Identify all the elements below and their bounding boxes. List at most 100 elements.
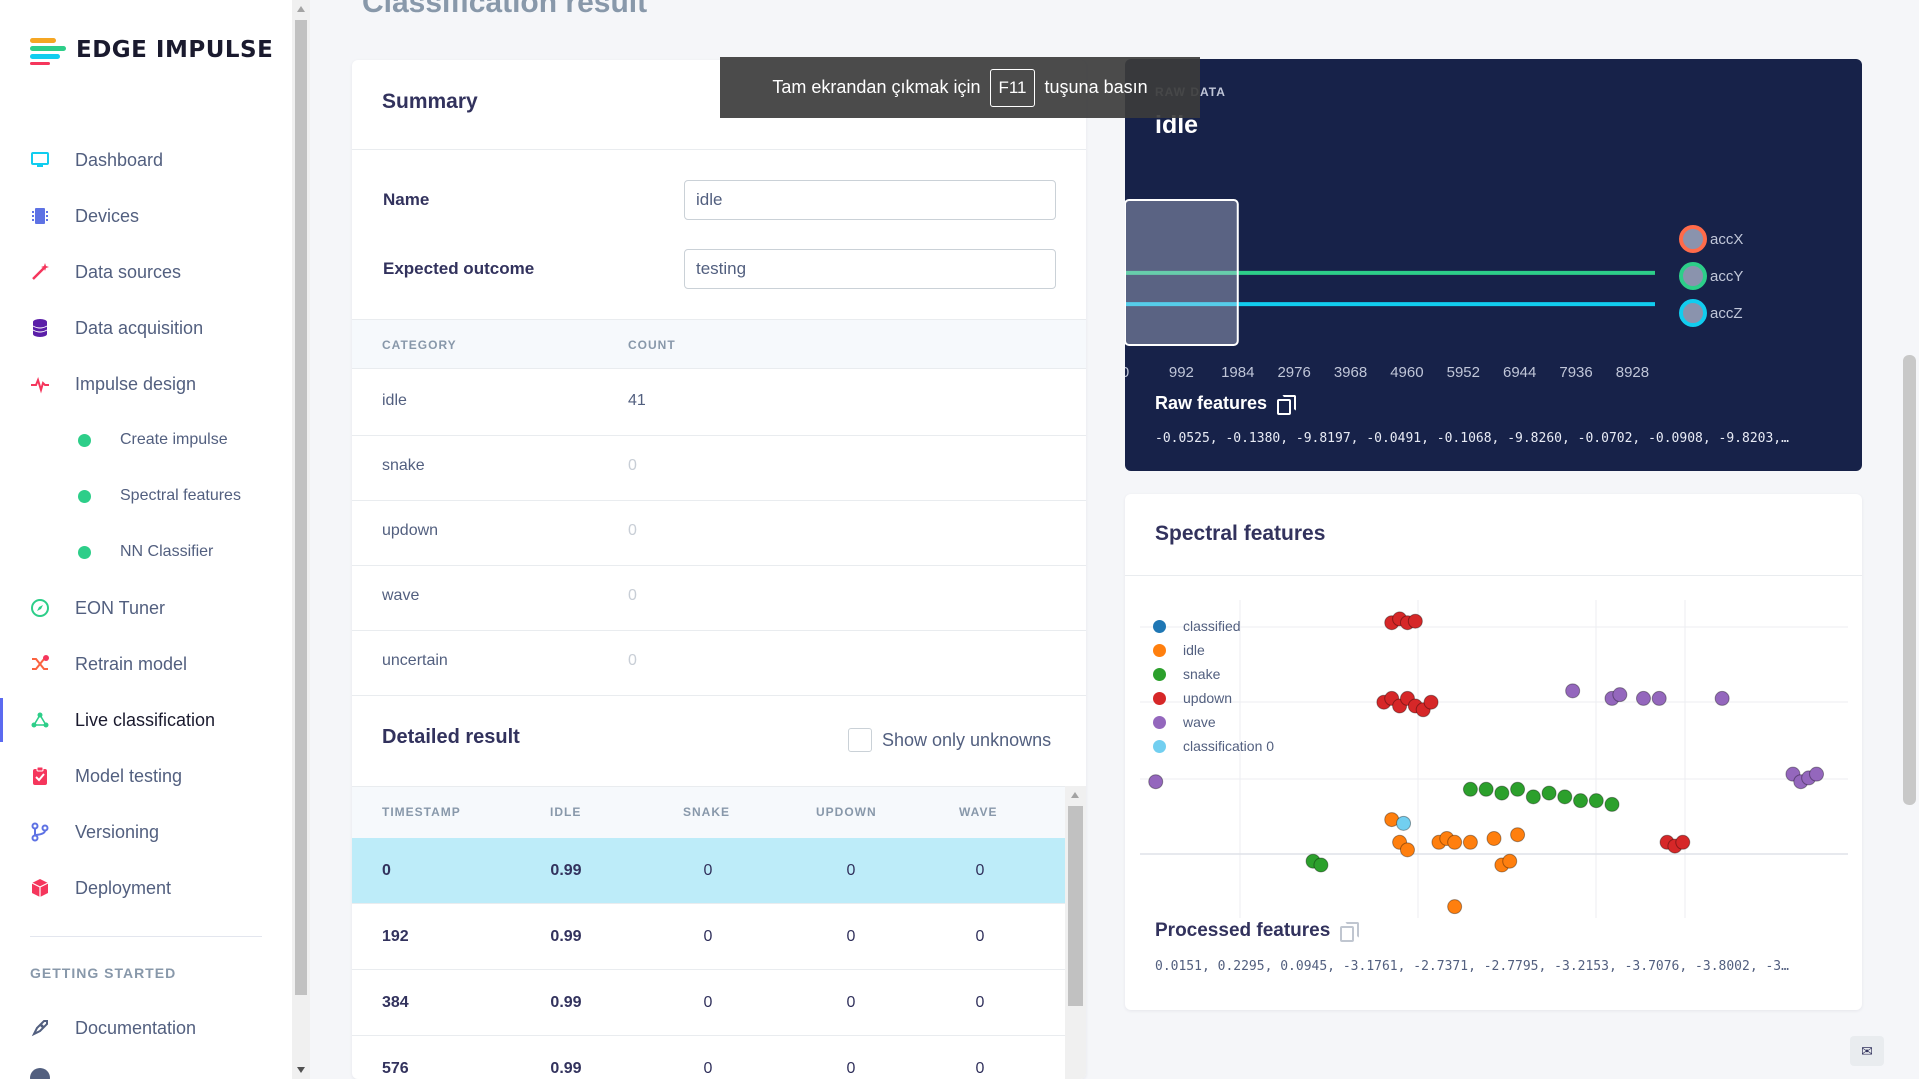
legend-label: accZ xyxy=(1710,305,1743,322)
legend-marker-accX[interactable] xyxy=(1679,225,1707,253)
data-point-wave[interactable] xyxy=(1714,690,1730,706)
sidebar-scrollbar-thumb[interactable] xyxy=(295,20,307,995)
name-input[interactable] xyxy=(684,180,1056,220)
data-point-snake[interactable] xyxy=(1494,785,1510,801)
data-point-wave[interactable] xyxy=(1148,774,1164,790)
sidebar-item-deployment[interactable]: Deployment xyxy=(0,860,292,916)
data-point-idle[interactable] xyxy=(1502,853,1518,869)
detailed-result-row[interactable]: 0 0.99 0 0 0 xyxy=(352,838,1065,904)
legend-item[interactable]: wave xyxy=(1153,710,1274,734)
sidebar-item-versioning[interactable]: Versioning xyxy=(0,804,292,860)
column-header-timestamp[interactable]: TIMESTAMP xyxy=(382,805,461,819)
data-point-wave[interactable] xyxy=(1809,766,1825,782)
category-count: 0 xyxy=(628,652,637,669)
expected-outcome-input[interactable] xyxy=(684,249,1056,289)
sidebar-item-devices[interactable]: Devices xyxy=(0,188,292,244)
sidebar-item-label: Devices xyxy=(75,205,140,226)
sidebar-item-create-impulse[interactable]: Create impulse xyxy=(0,412,292,468)
scroll-down-arrow-icon[interactable] xyxy=(297,1067,305,1073)
data-point-wave[interactable] xyxy=(1612,687,1628,703)
data-point-idle[interactable] xyxy=(1462,834,1478,850)
raw-features-values: -0.0525, -0.1380, -9.8197, -0.0491, -0.1… xyxy=(1155,431,1789,446)
sidebar-item-partial-icon[interactable] xyxy=(30,1068,50,1079)
column-header-category[interactable]: CATEGORY xyxy=(382,338,457,352)
data-point-idle[interactable] xyxy=(1486,831,1502,846)
detailed-result-row[interactable]: 576 0.99 0 0 0 xyxy=(352,1036,1065,1079)
data-point-updown[interactable] xyxy=(1407,613,1423,629)
data-point-snake[interactable] xyxy=(1557,789,1573,805)
data-point-snake[interactable] xyxy=(1588,793,1604,809)
category-name: uncertain xyxy=(382,652,448,669)
legend-item[interactable]: snake xyxy=(1153,662,1274,686)
data-point-idle[interactable] xyxy=(1510,827,1526,843)
section-title-getting-started: GETTING STARTED xyxy=(30,965,177,981)
sidebar-item-documentation[interactable]: Documentation xyxy=(0,1000,292,1056)
detailed-table-scrollbar-thumb[interactable] xyxy=(1068,806,1083,1006)
sidebar-item-data-acquisition[interactable]: Data acquisition xyxy=(0,300,292,356)
page-scrollbar[interactable] xyxy=(1900,0,1919,1079)
data-point-updown[interactable] xyxy=(1423,694,1439,710)
data-point-classification-0[interactable] xyxy=(1396,815,1412,831)
sidebar-item-eon-tuner[interactable]: EON Tuner xyxy=(0,580,292,636)
sidebar-item-live-classification[interactable]: Live classification xyxy=(0,692,292,748)
legend-marker-accZ[interactable] xyxy=(1679,299,1707,327)
column-header-count[interactable]: COUNT xyxy=(628,338,676,352)
scroll-up-arrow-icon[interactable] xyxy=(1071,792,1079,798)
legend-item[interactable]: classified xyxy=(1153,614,1274,638)
table-cell: 0 xyxy=(975,994,985,1011)
column-header-idle[interactable]: IDLE xyxy=(550,805,581,819)
data-point-snake[interactable] xyxy=(1313,857,1329,873)
column-header-updown[interactable]: UPDOWN xyxy=(816,805,877,819)
legend-item[interactable]: idle xyxy=(1153,638,1274,662)
sidebar-item-nn-classifier[interactable]: NN Classifier xyxy=(0,524,292,580)
scroll-up-arrow-icon[interactable] xyxy=(297,6,305,12)
detailed-result-row[interactable]: 192 0.99 0 0 0 xyxy=(352,904,1065,970)
legend-marker-accY[interactable] xyxy=(1679,262,1707,290)
table-cell: 0 xyxy=(703,1060,713,1077)
detailed-result-row[interactable]: 384 0.99 0 0 0 xyxy=(352,970,1065,1036)
fullscreen-exit-toast: Tam ekrandan çıkmak için F11 tuşuna bası… xyxy=(720,57,1200,118)
sidebar-item-model-testing[interactable]: Model testing xyxy=(0,748,292,804)
data-point-snake[interactable] xyxy=(1525,789,1541,805)
table-cell: 0 xyxy=(975,862,985,879)
copy-icon[interactable] xyxy=(1277,394,1297,415)
sidebar-item-spectral-features[interactable]: Spectral features xyxy=(0,468,292,524)
data-point-wave[interactable] xyxy=(1565,683,1581,699)
data-point-idle[interactable] xyxy=(1447,834,1463,850)
table-cell: 0.99 xyxy=(550,994,582,1011)
data-point-snake[interactable] xyxy=(1541,785,1557,801)
data-point-wave[interactable] xyxy=(1651,690,1667,706)
column-header-wave[interactable]: WAVE xyxy=(959,805,997,819)
data-point-idle[interactable] xyxy=(1399,842,1415,858)
sidebar-item-label: Live classification xyxy=(75,709,216,730)
page-scrollbar-thumb[interactable] xyxy=(1903,355,1916,805)
show-only-unknowns-toggle[interactable]: Show only unknowns xyxy=(848,728,1051,752)
data-point-wave[interactable] xyxy=(1635,690,1651,706)
spectral-legend: classified idle snake updown wave classificat… xyxy=(1153,614,1274,758)
feedback-icon[interactable]: ✉ xyxy=(1850,1036,1884,1066)
sidebar-item-label: Create impulse xyxy=(120,431,228,448)
sidebar-item-data-sources[interactable]: Data sources xyxy=(0,244,292,300)
data-point-snake[interactable] xyxy=(1478,781,1494,797)
edge-impulse-logo[interactable]: EDGE IMPULSE xyxy=(30,36,273,65)
data-point-snake[interactable] xyxy=(1462,781,1478,797)
sidebar-item-impulse-design[interactable]: Impulse design xyxy=(0,356,292,412)
data-point-idle[interactable] xyxy=(1447,899,1463,915)
legend-item[interactable]: classification 0 xyxy=(1153,734,1274,758)
data-point-updown[interactable] xyxy=(1675,834,1691,850)
data-point-snake[interactable] xyxy=(1604,796,1620,812)
table-cell: 384 xyxy=(382,994,409,1011)
sidebar-item-retrain-model[interactable]: Retrain model xyxy=(0,636,292,692)
selection-window[interactable] xyxy=(1125,199,1239,346)
legend-item[interactable]: updown xyxy=(1153,686,1274,710)
detailed-table-scrollbar[interactable] xyxy=(1065,786,1086,1079)
show-only-unknowns-checkbox[interactable] xyxy=(848,728,872,752)
column-header-snake[interactable]: SNAKE xyxy=(683,805,730,819)
shuffle-icon xyxy=(32,655,49,670)
sidebar-item-dashboard[interactable]: Dashboard xyxy=(0,132,292,188)
sidebar-scrollbar[interactable] xyxy=(292,0,310,1079)
sidebar-item-label: Retrain model xyxy=(75,653,188,674)
data-point-snake[interactable] xyxy=(1573,793,1589,809)
data-point-snake[interactable] xyxy=(1510,781,1526,797)
copy-icon[interactable] xyxy=(1340,922,1360,942)
